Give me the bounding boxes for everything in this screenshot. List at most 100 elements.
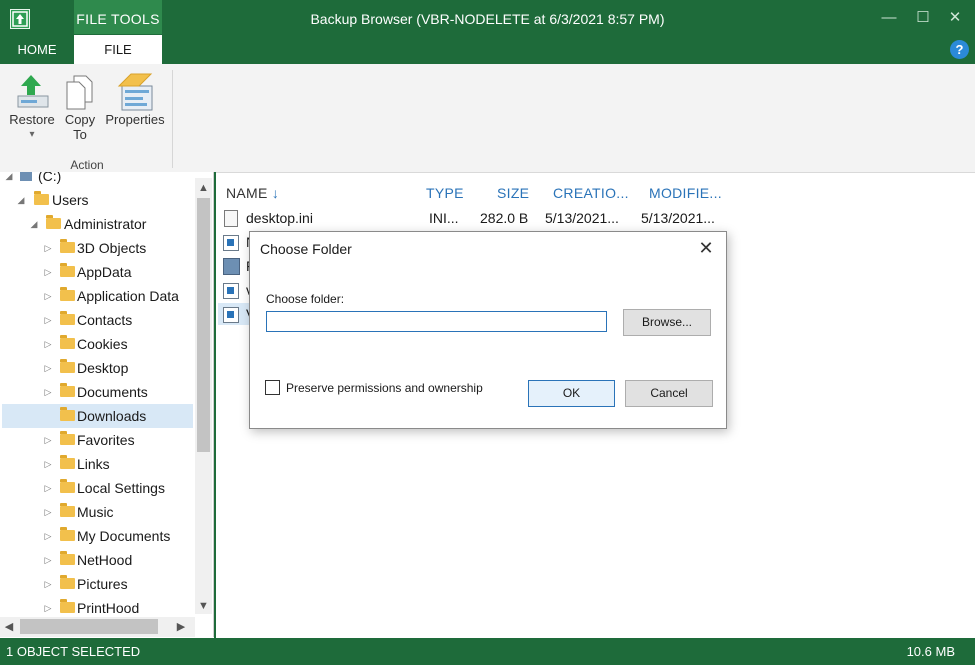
expand-arrow-icon[interactable]: ▷	[43, 524, 53, 548]
maximize-button[interactable]: ☐	[910, 8, 936, 28]
tree-node[interactable]: ▷ AppData	[2, 260, 193, 284]
expand-arrow-icon[interactable]: ▷	[43, 356, 53, 380]
expand-arrow-icon[interactable]: ▷	[43, 428, 53, 452]
pane-divider[interactable]	[214, 172, 216, 638]
column-header-type[interactable]: TYPE	[426, 185, 464, 203]
drive-icon	[20, 172, 32, 181]
folder-path-input[interactable]	[266, 311, 607, 332]
restore-button[interactable]: Restore ▾	[6, 72, 58, 152]
folder-icon	[60, 575, 75, 589]
tree-node[interactable]: ▷ Links	[2, 452, 193, 476]
expand-arrow-icon[interactable]: ▷	[43, 452, 53, 476]
tree-node-label: Desktop	[77, 360, 129, 376]
tree-node-label: NetHood	[77, 552, 133, 568]
scroll-down-icon[interactable]: ▼	[195, 598, 212, 614]
table-row[interactable]: desktop.ini INI... 282.0 B 5/13/2021... …	[222, 207, 722, 229]
collapse-arrow-icon[interactable]: ◢	[29, 212, 39, 236]
preserve-permissions-checkbox[interactable]	[265, 380, 280, 395]
cell-name: desktop.ini	[246, 210, 313, 226]
folder-icon	[60, 551, 75, 565]
table-row[interactable]: F	[222, 255, 255, 277]
folder-icon	[60, 479, 75, 493]
properties-label: Properties	[105, 112, 165, 127]
ini-file-icon	[224, 210, 238, 227]
tree-node-label: Administrator	[64, 216, 147, 232]
tab-home[interactable]: HOME	[2, 36, 72, 64]
folder-icon	[60, 455, 75, 469]
tree-node[interactable]: ▷ Favorites	[2, 428, 193, 452]
properties-button[interactable]: Properties	[104, 72, 166, 152]
folder-icon	[60, 599, 75, 613]
expand-arrow-icon[interactable]: ▷	[43, 284, 53, 308]
tree-node-selected[interactable]: Downloads	[2, 404, 193, 428]
collapse-arrow-icon[interactable]: ◢	[16, 188, 26, 212]
copy-to-label-1: Copy	[64, 112, 96, 127]
restore-icon	[6, 72, 58, 112]
column-header-size[interactable]: SIZE	[497, 185, 529, 203]
expand-arrow-icon[interactable]: ▷	[43, 500, 53, 524]
tree-hscroll-thumb[interactable]	[20, 619, 158, 634]
column-header-created[interactable]: CREATIO...	[553, 185, 629, 203]
tree-node[interactable]: ▷ Pictures	[2, 572, 193, 596]
tree-node-drive-c[interactable]: ◢ (C:)	[0, 172, 195, 188]
browse-button[interactable]: Browse...	[623, 309, 711, 336]
restore-dropdown-icon[interactable]: ▾	[6, 127, 58, 142]
scroll-up-icon[interactable]: ▲	[195, 180, 212, 196]
table-row[interactable]: v	[222, 279, 253, 301]
cancel-button[interactable]: Cancel	[625, 380, 713, 407]
expand-arrow-icon[interactable]: ▷	[43, 548, 53, 572]
expand-arrow-icon[interactable]: ▷	[43, 236, 53, 260]
tree-node[interactable]: ▷ Documents	[2, 380, 193, 404]
tree-node-label: Cookies	[77, 336, 128, 352]
folder-icon	[60, 287, 75, 301]
folder-icon	[60, 431, 75, 445]
expand-arrow-icon[interactable]: ▷	[43, 308, 53, 332]
folder-icon	[60, 263, 75, 277]
tree-node-label: Favorites	[77, 432, 135, 448]
expand-arrow-icon[interactable]: ▷	[43, 332, 53, 356]
folder-icon	[60, 383, 75, 397]
cell-modified: 5/13/2021...	[641, 210, 715, 226]
tree-node[interactable]: ▷ Music	[2, 500, 193, 524]
expand-arrow-icon[interactable]: ▷	[43, 476, 53, 500]
table-row-selected[interactable]: V	[222, 303, 255, 325]
folder-icon	[60, 503, 75, 517]
tree-node-administrator[interactable]: ◢ Administrator	[0, 212, 195, 236]
tree-node[interactable]: ▷ Cookies	[2, 332, 193, 356]
shortcut-file-icon	[223, 258, 240, 275]
restore-label: Restore	[9, 112, 55, 127]
tree-node-users[interactable]: ◢ Users	[0, 188, 195, 212]
status-selection-count: 1 OBJECT SELECTED	[6, 644, 141, 659]
collapse-arrow-icon[interactable]: ◢	[4, 172, 14, 188]
tab-file[interactable]: FILE	[74, 35, 162, 65]
column-header-modified[interactable]: MODIFIE...	[649, 185, 722, 203]
tree-node[interactable]: ▷ 3D Objects	[2, 236, 193, 260]
minimize-button[interactable]: —	[876, 8, 902, 28]
scroll-left-icon[interactable]: ◀	[2, 619, 16, 635]
tree-node[interactable]: ▷ Local Settings	[2, 476, 193, 500]
cell-created: 5/13/2021...	[545, 210, 619, 226]
preserve-permissions-label[interactable]: Preserve permissions and ownership	[286, 381, 483, 395]
file-tools-context-tab: FILE TOOLS	[74, 0, 162, 34]
expand-arrow-icon[interactable]: ▷	[43, 260, 53, 284]
tree-scroll-thumb[interactable]	[197, 198, 210, 452]
dialog-close-icon[interactable]: ✕	[694, 236, 718, 260]
column-header-name[interactable]: NAME ↓	[226, 185, 279, 203]
expand-arrow-icon[interactable]: ▷	[43, 380, 53, 404]
close-button[interactable]: ✕	[942, 8, 968, 28]
tree-node-label: Users	[52, 192, 89, 208]
expand-arrow-icon[interactable]: ▷	[43, 572, 53, 596]
tree-node[interactable]: ▷ NetHood	[2, 548, 193, 572]
copy-icon	[60, 72, 100, 112]
table-row[interactable]: N	[222, 231, 256, 253]
copy-to-button[interactable]: Copy To	[60, 72, 100, 152]
tree-node-label: Local Settings	[77, 480, 165, 496]
tree-node[interactable]: ▷ Application Data	[2, 284, 193, 308]
scroll-right-icon[interactable]: ▶	[174, 619, 188, 635]
tree-node[interactable]: ▷ My Documents	[2, 524, 193, 548]
tree-node[interactable]: ▷ Contacts	[2, 308, 193, 332]
tree-node[interactable]: ▷ Desktop	[2, 356, 193, 380]
tree-node-label: Contacts	[77, 312, 133, 328]
ok-button[interactable]: OK	[528, 380, 615, 407]
help-icon[interactable]: ?	[950, 40, 969, 59]
